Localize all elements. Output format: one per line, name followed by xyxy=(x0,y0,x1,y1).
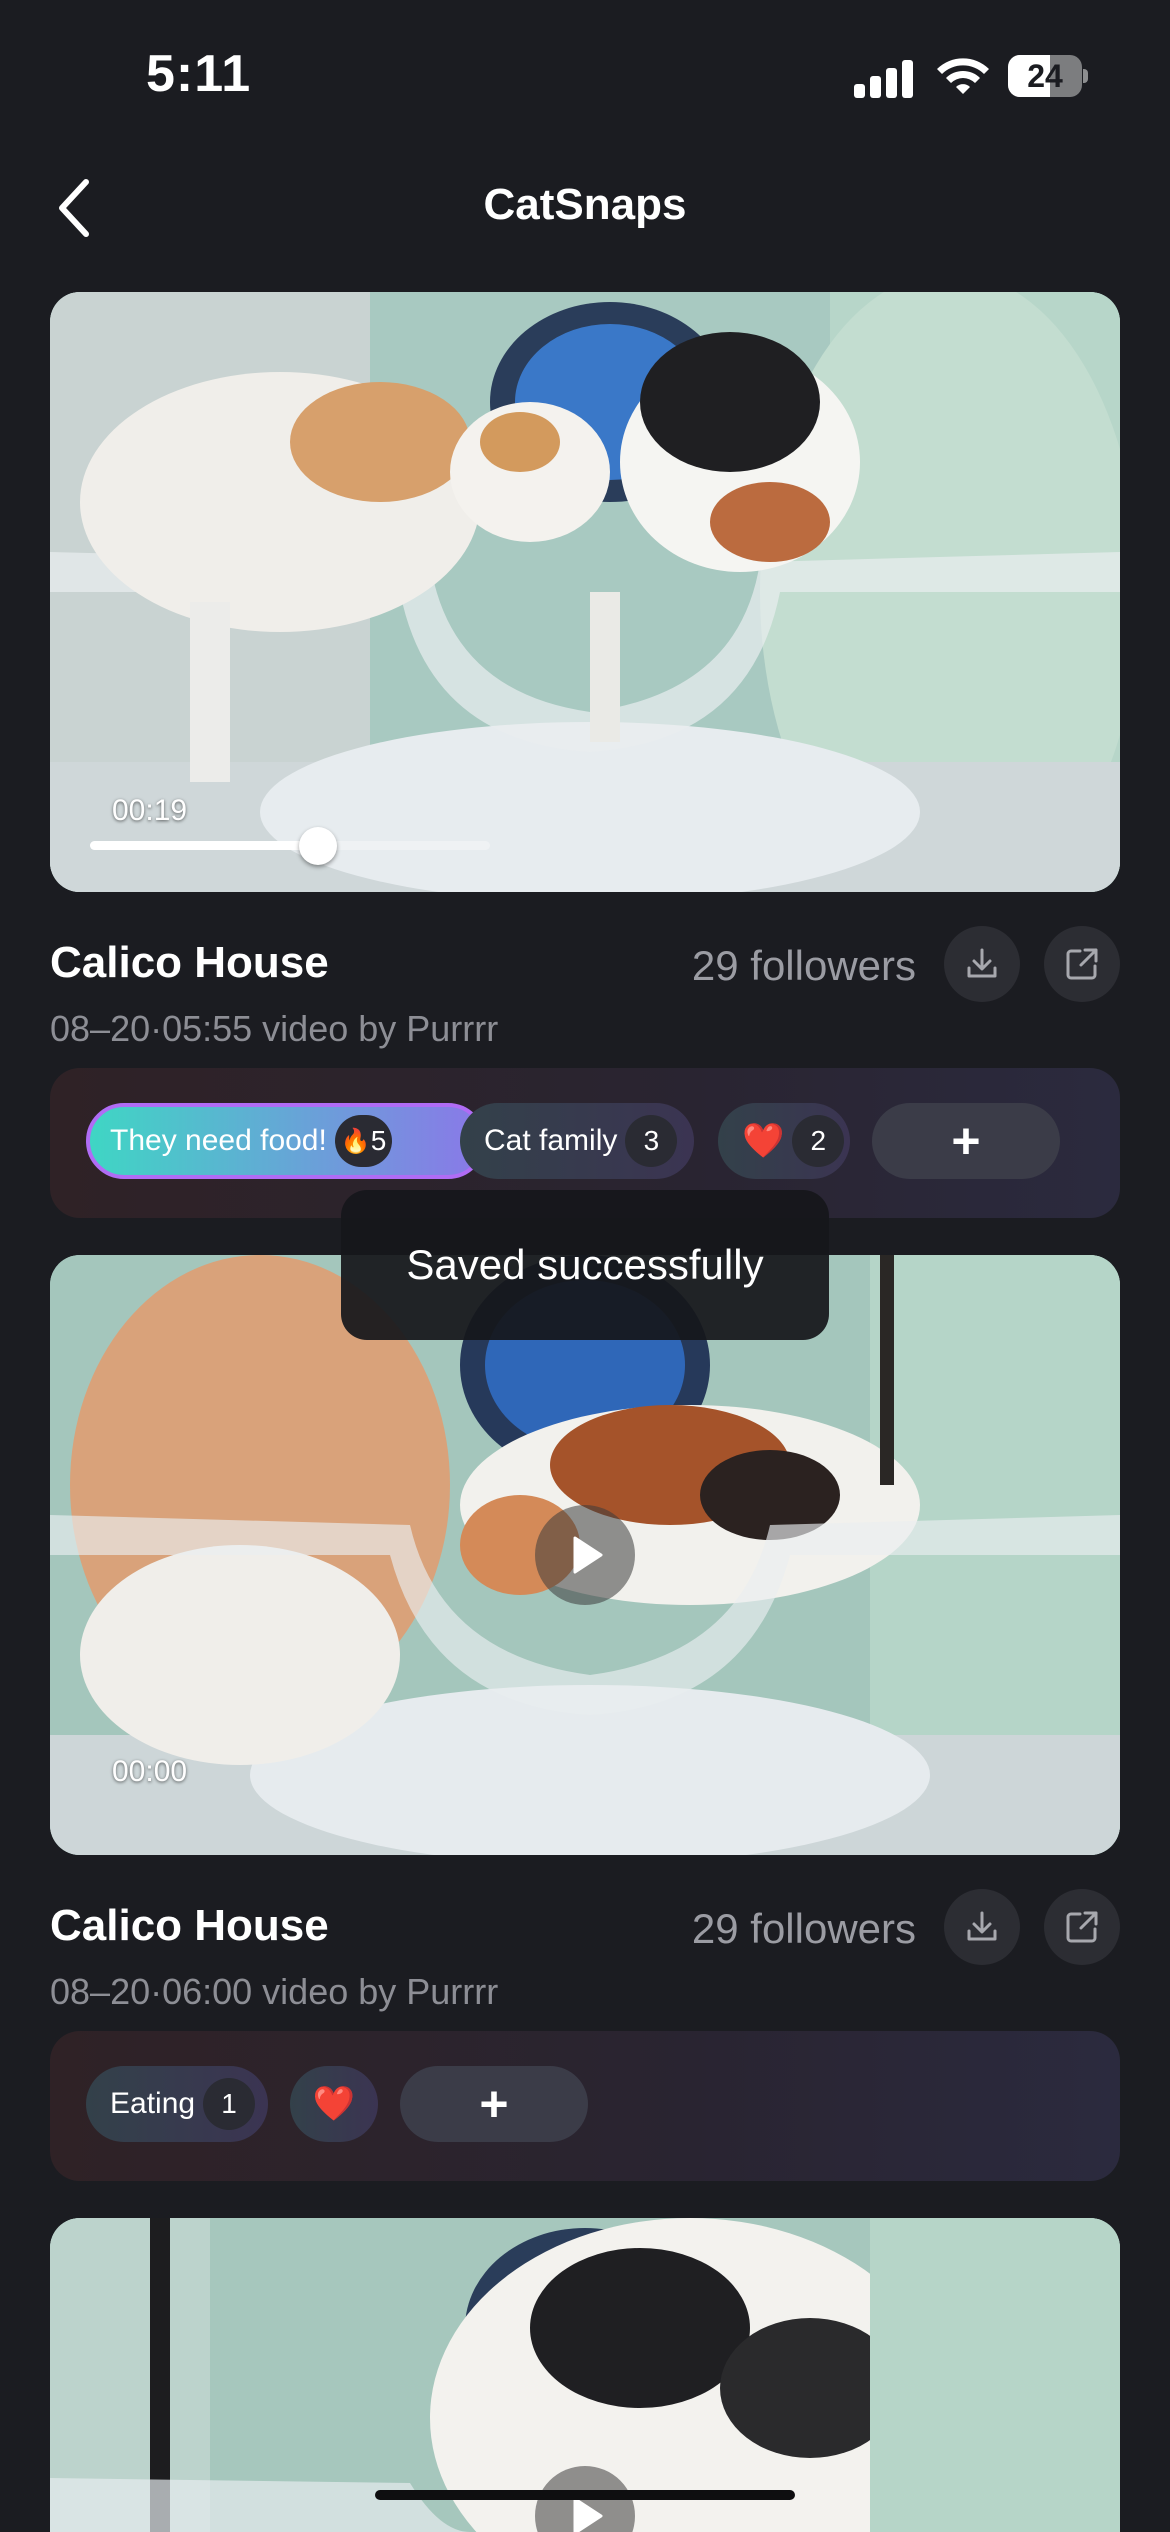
tag-count: 2 xyxy=(792,1115,845,1167)
plus-icon: + xyxy=(951,1113,981,1169)
video-player[interactable]: 00:19 xyxy=(50,292,1120,892)
plus-icon: + xyxy=(479,2076,509,2132)
play-icon xyxy=(573,2497,603,2532)
download-icon xyxy=(967,948,997,978)
followers-count: 29 followers xyxy=(691,1905,916,1952)
page-title: CatSnaps xyxy=(483,180,687,229)
house-name[interactable]: Calico House xyxy=(50,938,329,988)
tag-chip[interactable]: ❤️ xyxy=(290,2066,378,2142)
battery-icon: 24 xyxy=(1008,55,1088,97)
tags-panel: Eating 1 ❤️ + xyxy=(50,2031,1120,2181)
tag-chip[interactable]: Eating 1 xyxy=(86,2066,268,2142)
house-name[interactable]: Calico House xyxy=(50,1901,329,1951)
tag-label: They need food! xyxy=(110,1124,327,1157)
signal-icon xyxy=(854,58,916,98)
tag-count: 1 xyxy=(203,2078,256,2130)
video-thumbnail xyxy=(50,292,1120,892)
home-indicator xyxy=(375,2490,795,2500)
share-button[interactable] xyxy=(1044,1889,1120,1965)
tag-count: 3 xyxy=(625,1115,678,1167)
add-tag-button[interactable]: + xyxy=(872,1103,1060,1179)
post-date-line: 08–20·05:55 video by Purrrr xyxy=(50,1008,499,1049)
wifi-icon xyxy=(937,58,989,94)
download-button[interactable] xyxy=(944,926,1020,1002)
download-icon xyxy=(967,1911,997,1941)
tag-chip[interactable]: They need food! 🔥 5 xyxy=(86,1103,486,1179)
tag-chip[interactable]: ❤️ 2 xyxy=(718,1103,850,1179)
heart-icon: ❤️ xyxy=(312,2085,356,2123)
fire-icon: 🔥 xyxy=(340,1127,371,1155)
tag-count: 🔥 5 xyxy=(334,1115,393,1167)
share-icon xyxy=(1066,948,1098,980)
toast-message: Saved successfully xyxy=(341,1190,829,1340)
nav-bar: CatSnaps xyxy=(0,160,1170,256)
tag-label: Cat family xyxy=(484,1124,618,1157)
post-meta: Calico House 29 followers 08–20·05:55 vi… xyxy=(50,926,1120,1078)
video-progress-bar[interactable] xyxy=(90,827,490,865)
play-button[interactable] xyxy=(535,1505,635,1605)
video-timecode: 00:00 xyxy=(112,1755,188,1788)
share-icon xyxy=(1066,1911,1098,1943)
battery-level: 24 xyxy=(1027,58,1063,94)
video-player[interactable] xyxy=(50,2218,1120,2532)
post-date-line: 08–20·06:00 video by Purrrr xyxy=(50,1971,499,2012)
video-progress-thumb[interactable] xyxy=(299,827,337,865)
screen: 5:11 24 CatSnaps 00:19 Calico House 29 f… xyxy=(0,0,1170,2532)
followers-count: 29 followers xyxy=(691,942,916,989)
download-button[interactable] xyxy=(944,1889,1020,1965)
tag-label: Eating xyxy=(110,2087,196,2120)
video-player[interactable]: 00:00 xyxy=(50,1255,1120,1855)
tag-chip[interactable]: Cat family 3 xyxy=(460,1103,694,1179)
status-bar: 5:11 24 xyxy=(0,0,1170,140)
play-icon xyxy=(573,1536,603,1574)
share-button[interactable] xyxy=(1044,926,1120,1002)
video-progress-fill xyxy=(90,841,318,850)
video-timecode: 00:19 xyxy=(112,794,188,827)
status-time: 5:11 xyxy=(146,45,252,103)
add-tag-button[interactable]: + xyxy=(400,2066,588,2142)
heart-icon: ❤️ xyxy=(742,1122,785,1160)
post-meta: Calico House 29 followers 08–20·06:00 vi… xyxy=(50,1889,1120,2041)
